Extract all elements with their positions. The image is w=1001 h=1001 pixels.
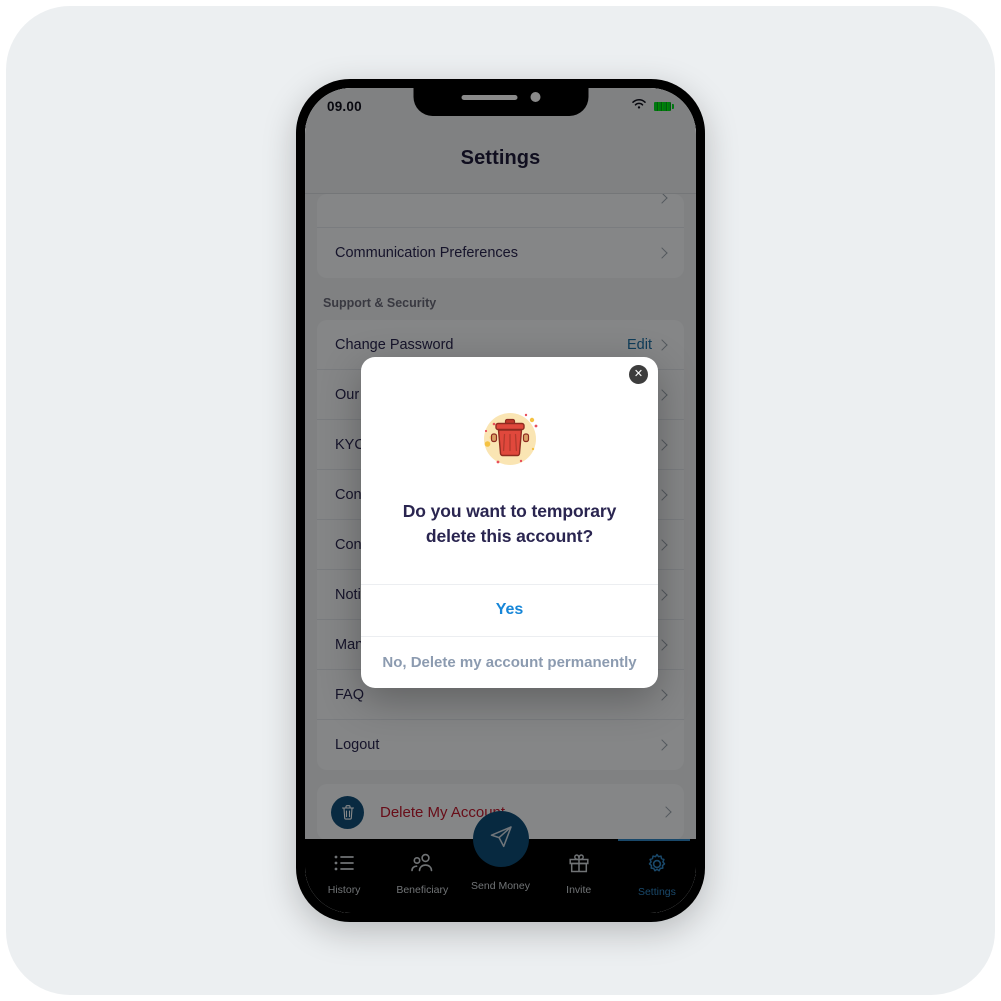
page-canvas: 09.00 Settings Communication Preferences…: [0, 0, 1001, 1001]
phone-screen: 09.00 Settings Communication Preferences…: [305, 88, 696, 913]
delete-account-modal: ✕ Do you want to temporary delete this a…: [361, 357, 658, 688]
modal-question-text: Do you want to temporary delete this acc…: [402, 501, 617, 547]
trash-can-illustration: [474, 403, 546, 475]
no-button-label: No, Delete my account permanently: [382, 653, 637, 671]
yes-button[interactable]: Yes: [361, 583, 658, 636]
yes-button-label: Yes: [495, 601, 524, 619]
close-icon[interactable]: ✕: [629, 365, 648, 384]
phone-frame: 09.00 Settings Communication Preferences…: [296, 79, 705, 922]
modal-body: Do you want to temporary delete this acc…: [361, 357, 658, 584]
no-delete-permanently-button[interactable]: No, Delete my account permanently: [361, 635, 658, 688]
